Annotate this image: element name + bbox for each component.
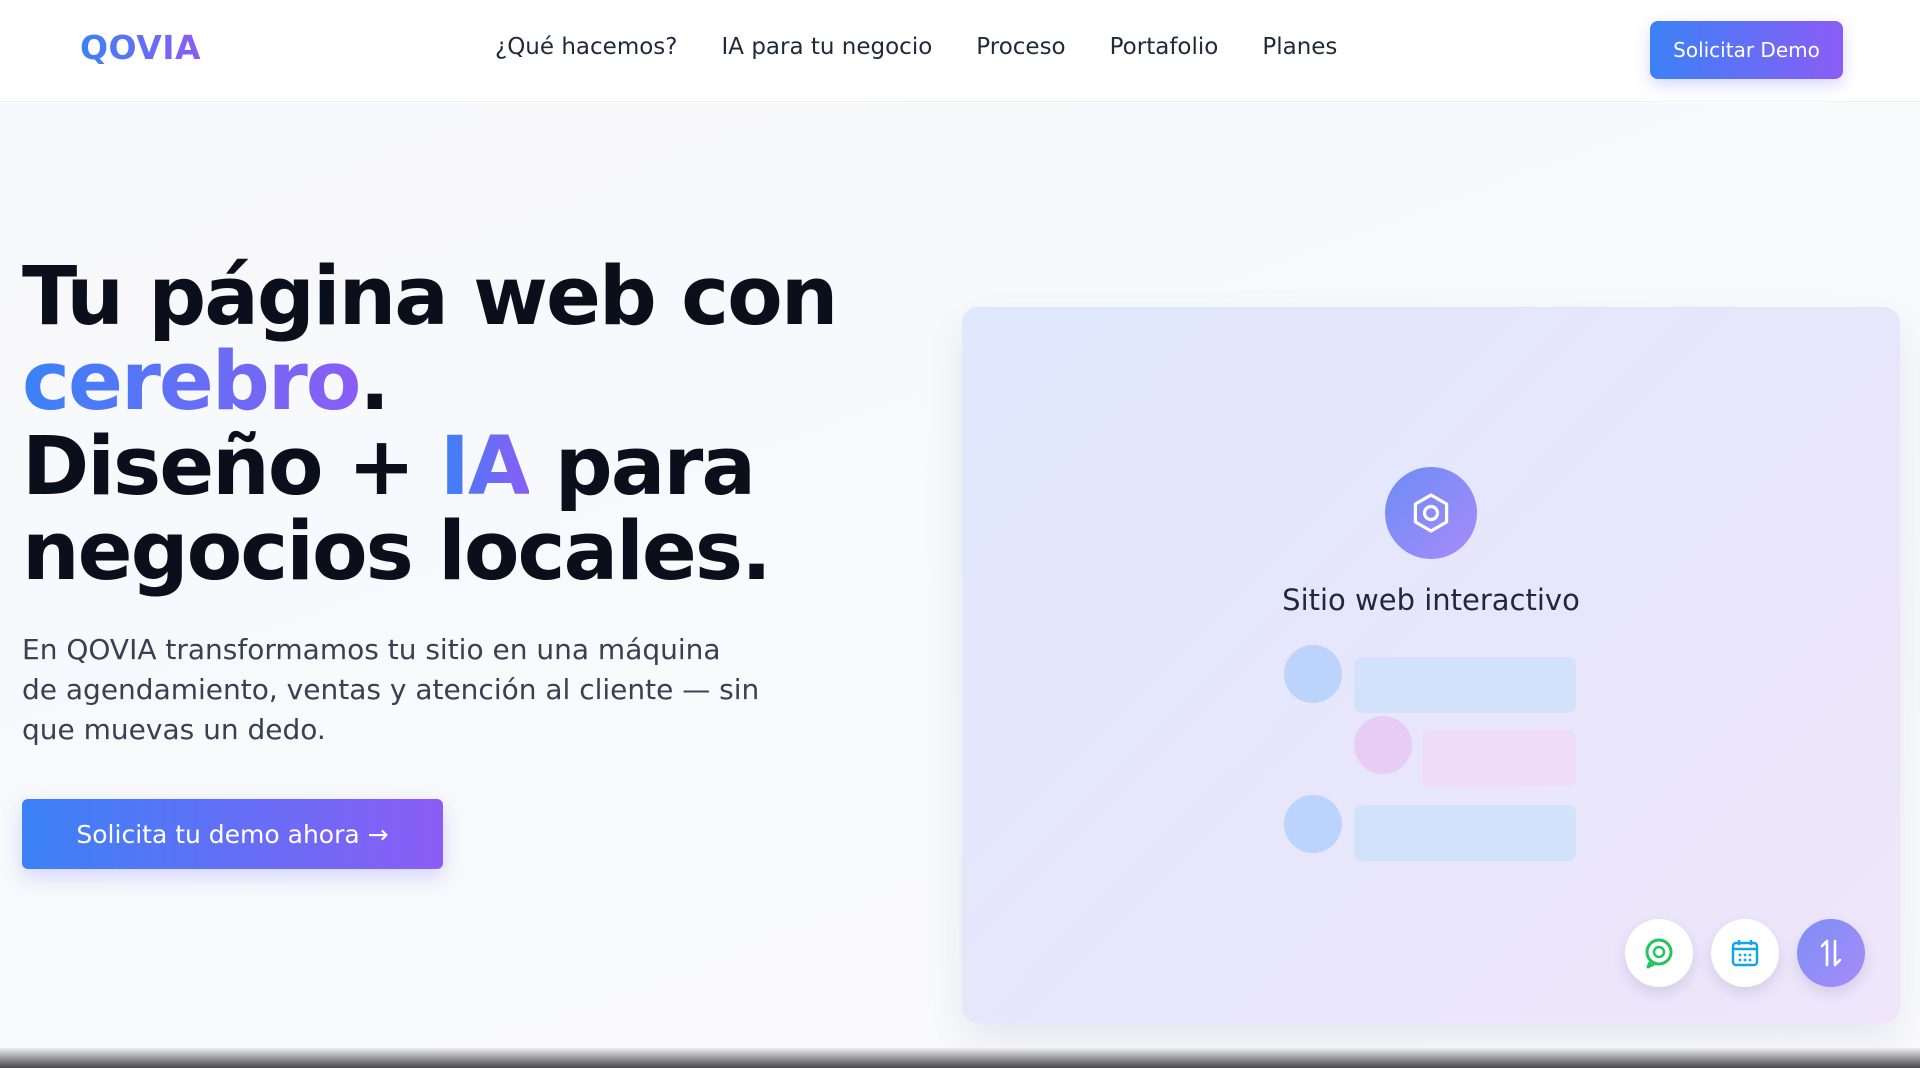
- nav-link-ia-negocio[interactable]: IA para tu negocio: [721, 34, 932, 60]
- nav-link-planes[interactable]: Planes: [1262, 34, 1337, 60]
- mock-message-bar-3: [1354, 805, 1576, 861]
- hero-title-line3-pre: Diseño +: [22, 420, 440, 514]
- hero-title: Tu página web con cerebro. Diseño + IA p…: [22, 255, 902, 595]
- hero-title-highlight: cerebro: [22, 335, 361, 429]
- window-bottom-edge: [0, 1048, 1920, 1068]
- hero-subtitle: En QOVIA transformamos tu sitio en una m…: [22, 633, 760, 746]
- sort-icon-svg: [1820, 939, 1842, 967]
- chat-icon[interactable]: [1625, 919, 1693, 987]
- hero-section: Tu página web con cerebro. Diseño + IA p…: [0, 103, 1920, 1048]
- request-demo-button[interactable]: Solicitar Demo: [1650, 21, 1843, 79]
- hero-title-line1: Tu página web con: [22, 250, 838, 344]
- mock-avatar-2: [1354, 716, 1412, 774]
- hero-title-line4: negocios locales.: [22, 505, 772, 599]
- nav-link-que-hacemos[interactable]: ¿Qué hacemos?: [495, 34, 677, 60]
- calendar-icon-svg: [1731, 940, 1759, 967]
- brand-logo[interactable]: QOVIA: [80, 28, 201, 67]
- mock-message-bar-2: [1422, 730, 1576, 786]
- interactive-site-preview-card: Sitio web interactivo: [962, 307, 1900, 1023]
- mock-avatar-3: [1284, 795, 1342, 853]
- gear-icon-svg: [1413, 493, 1449, 533]
- nav-link-portafolio[interactable]: Portafolio: [1110, 34, 1219, 60]
- mock-avatar-1: [1284, 645, 1342, 703]
- chat-icon-svg: [1645, 938, 1673, 969]
- top-navbar: QOVIA ¿Qué hacemos? IA para tu negocio P…: [0, 0, 1920, 102]
- hero-title-period: .: [359, 335, 390, 429]
- preview-title: Sitio web interactivo: [1282, 583, 1580, 617]
- hero-demo-button[interactable]: Solicita tu demo ahora →: [22, 799, 443, 869]
- gear-icon: [1385, 467, 1477, 559]
- main-nav: ¿Qué hacemos? IA para tu negocio Proceso…: [495, 34, 1337, 60]
- sort-icon[interactable]: [1797, 919, 1865, 987]
- nav-link-proceso[interactable]: Proceso: [976, 34, 1065, 60]
- calendar-icon[interactable]: [1711, 919, 1779, 987]
- hero-title-line3-post: para: [528, 420, 756, 514]
- mock-message-bar-1: [1354, 657, 1576, 713]
- hero-title-ia: IA: [439, 420, 531, 514]
